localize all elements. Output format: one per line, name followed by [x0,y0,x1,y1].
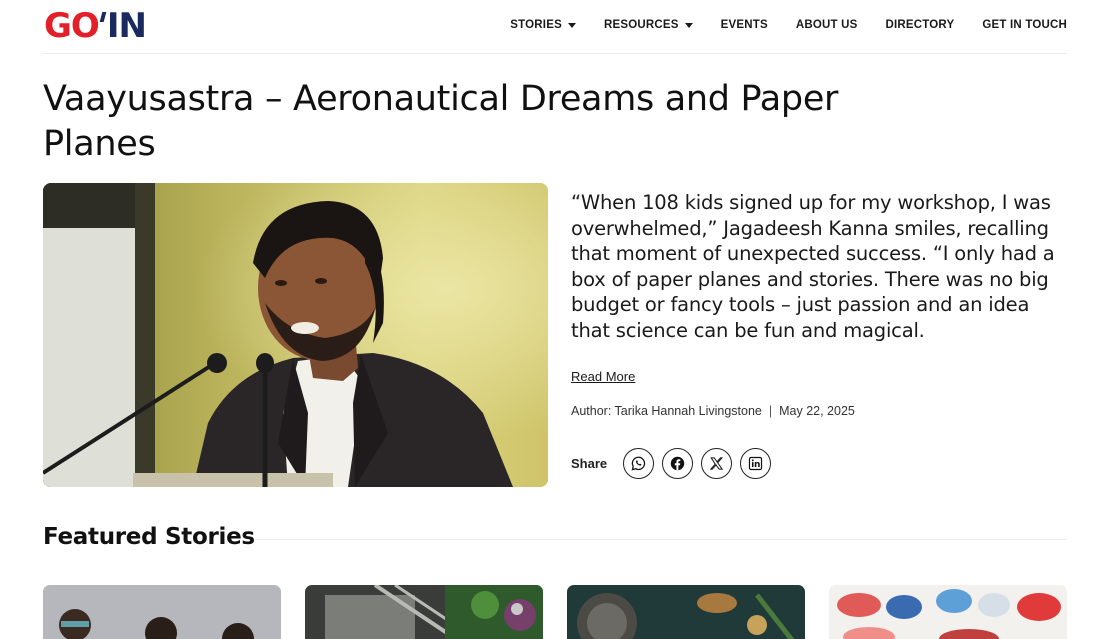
facebook-icon [670,456,685,471]
article-quote: “When 108 kids signed up for my workshop… [571,191,1055,342]
featured-story-image [43,585,281,639]
chevron-down-icon [684,22,693,28]
share-facebook-button[interactable] [662,448,694,479]
site-logo[interactable]: GO IN [44,6,147,46]
featured-story-card[interactable] [829,585,1067,639]
featured-story-image [305,585,543,639]
share-label: Share [571,456,608,471]
nav-item-label: STORIES [510,19,562,31]
nav-item-stories[interactable]: STORIES [510,19,576,31]
nav-item-resources[interactable]: RESOURCES [604,19,693,31]
featured-divider [255,539,1067,540]
share-x-button[interactable] [701,448,733,479]
featured-story-card[interactable] [305,585,543,639]
logo-apostrophe [99,12,107,22]
linkedin-icon [749,456,763,471]
speaker-photo-illustration [43,183,548,487]
nav-item-get-in-touch[interactable]: GET IN TOUCH [982,19,1067,31]
page-title: Vaayusastra – Aeronautical Dreams and Pa… [43,79,839,164]
featured-story-card[interactable] [43,585,281,639]
featured-story-image [829,585,1067,639]
nav-item-label: DIRECTORY [885,19,955,31]
publish-date: May 22, 2025 [779,404,855,418]
site-header: GO IN STORIES RESOURCES EVENTS ABOUT US … [0,0,1107,54]
nav-item-label: EVENTS [720,19,768,31]
share-linkedin-button[interactable] [740,448,772,479]
header-divider [43,53,1067,54]
x-icon [709,457,724,470]
chevron-down-icon [567,22,576,28]
nav-item-label: ABOUT US [795,19,858,31]
main-nav: STORIES RESOURCES EVENTS ABOUT US DIRECT… [482,16,1067,34]
share-bar: Share [571,448,779,479]
featured-story-image [567,585,805,639]
share-whatsapp-button[interactable] [623,448,655,479]
nav-item-directory[interactable]: DIRECTORY [885,19,954,31]
logo-in-text: IN [106,6,147,46]
meta-separator: | [768,404,773,418]
nav-item-about-us[interactable]: ABOUT US [796,19,858,31]
nav-item-label: RESOURCES [603,19,679,31]
whatsapp-icon [631,456,646,471]
logo-go-text: GO [44,6,100,46]
author-name: Author: Tarika Hannah Livingstone [571,404,762,418]
article-meta: Author: Tarika Hannah Livingstone | May … [571,404,855,418]
hero-image [43,183,548,487]
read-more-link[interactable]: Read More [571,369,635,384]
nav-item-label: GET IN TOUCH [982,19,1067,31]
featured-stories-heading: Featured Stories [43,524,255,550]
featured-story-card[interactable] [567,585,805,639]
nav-item-events[interactable]: EVENTS [721,19,768,31]
